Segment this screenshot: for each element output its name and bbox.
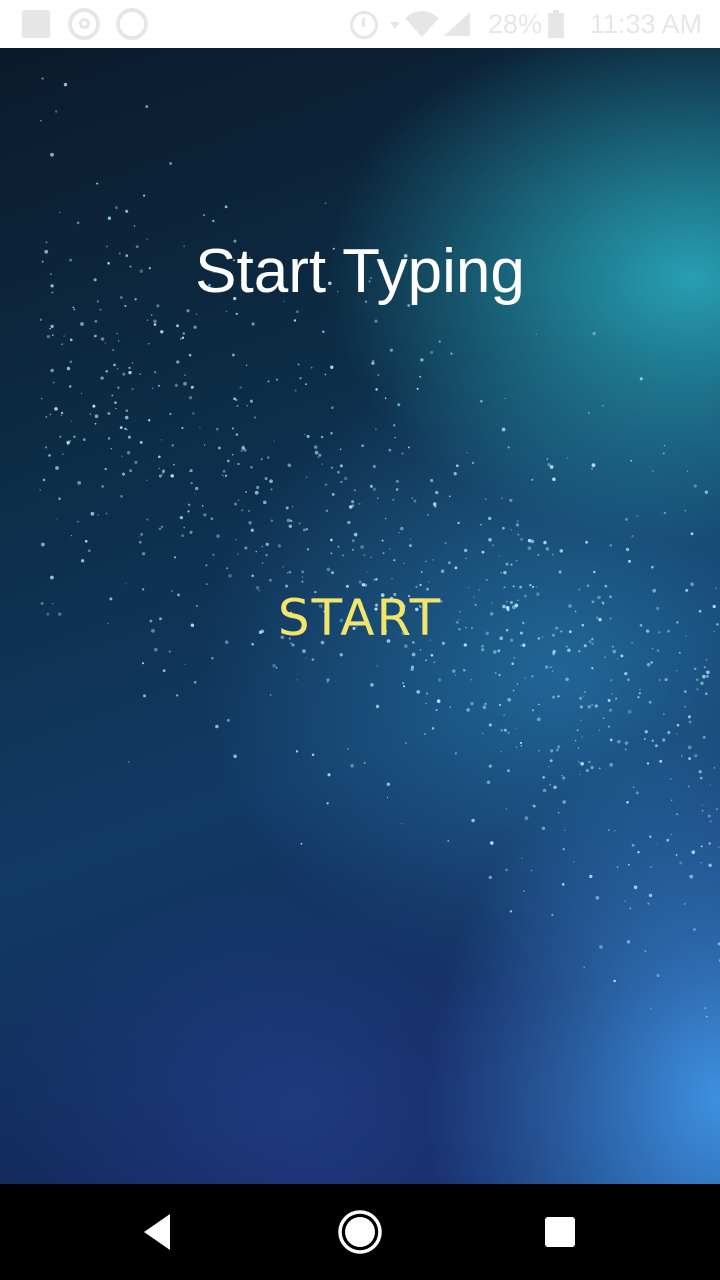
home-icon[interactable]	[336, 1208, 384, 1256]
circle-notification-icon	[116, 8, 148, 40]
status-bar: 28% 11:33 AM	[0, 0, 720, 48]
back-icon[interactable]	[136, 1208, 184, 1256]
whatsapp-icon	[68, 8, 100, 40]
navigation-bar	[0, 1184, 720, 1280]
data-arrow-icon	[390, 22, 400, 29]
battery-percentage: 28%	[488, 9, 543, 39]
signal-icon	[444, 12, 470, 36]
alarm-icon	[350, 11, 378, 39]
status-time: 11:33 AM	[589, 9, 702, 39]
app-screen: Start Typing START	[0, 48, 720, 1184]
wifi-icon	[405, 11, 439, 37]
battery-icon	[548, 10, 564, 38]
page-title: Start Typing	[195, 237, 525, 306]
start-button[interactable]: START	[230, 576, 490, 660]
recents-icon[interactable]	[536, 1208, 584, 1256]
notification-square-icon	[22, 10, 50, 38]
